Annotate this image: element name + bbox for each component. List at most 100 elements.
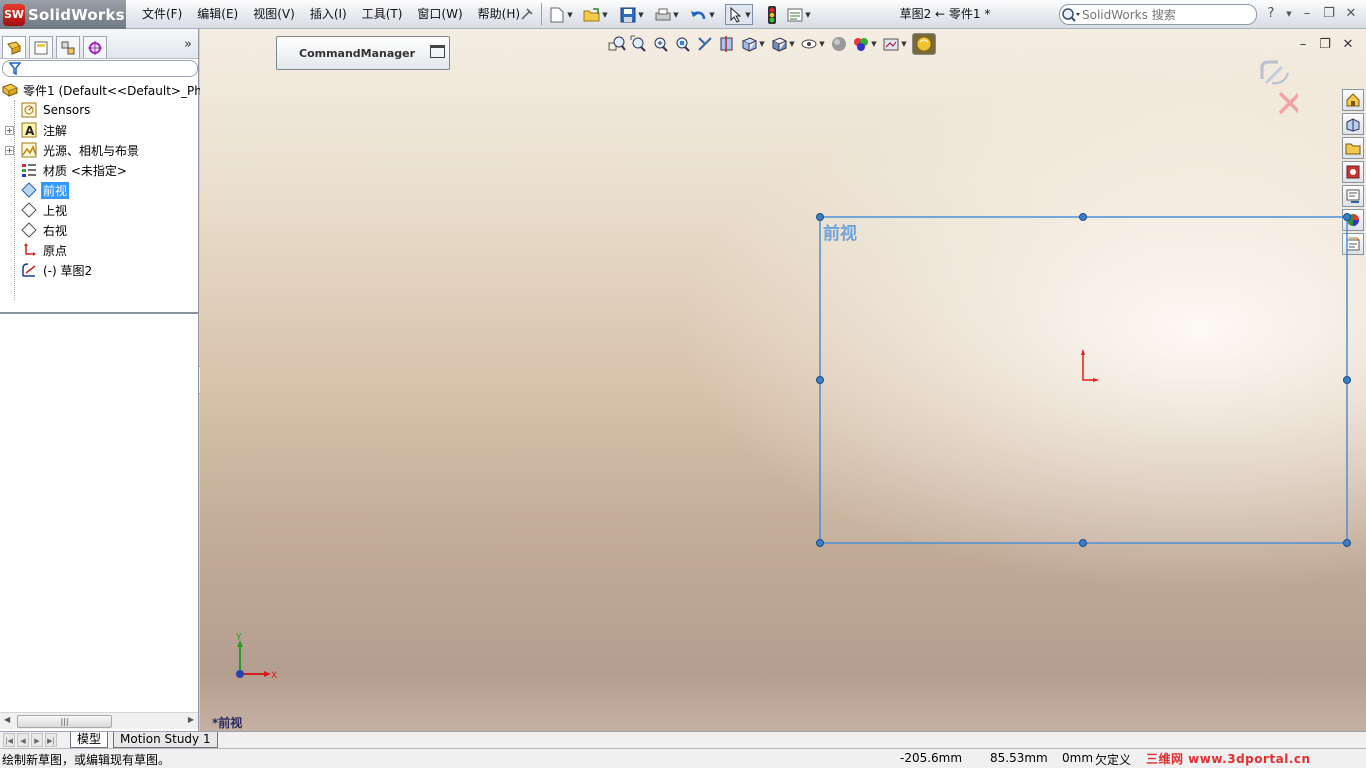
solidworks-logo[interactable]: SW SolidWorks [0,0,126,29]
tree-node-front-plane[interactable]: 前视 [0,180,198,200]
app-minimize-icon[interactable]: – [1298,4,1316,24]
options-button[interactable]: ▼ [786,4,812,25]
tab-featuremanager[interactable] [2,36,26,58]
plane-handle[interactable] [1343,213,1351,221]
chevron-down-icon[interactable]: ▼ [758,40,766,48]
realview-button[interactable] [912,33,936,55]
doc-close-icon[interactable]: ✕ [1339,37,1357,52]
menu-edit[interactable]: 编辑(E) [191,0,244,29]
edit-appearance-button[interactable] [830,33,848,55]
menu-insert[interactable]: 插入(I) [304,0,353,29]
solidworks-search[interactable] [1059,4,1257,25]
menu-window[interactable]: 窗口(W) [411,0,468,29]
open-button[interactable]: ▼ [583,4,609,25]
cancel-sketch-icon[interactable] [1278,91,1298,115]
tab-propertymanager[interactable] [29,36,53,58]
zoom-to-area-button[interactable] [630,33,648,55]
tab-dimxpert[interactable] [83,36,107,58]
menu-view[interactable]: 视图(V) [247,0,301,29]
undo-button[interactable]: ▼ [690,4,716,25]
task-pane-home[interactable] [1342,89,1364,111]
task-pane-custom-properties[interactable] [1342,233,1364,255]
previous-view-button[interactable] [696,33,714,55]
expand-plus-icon[interactable]: + [5,146,14,155]
help-button[interactable]: ? [1262,4,1280,24]
chevron-down-icon[interactable]: ▼ [818,40,826,48]
expand-plus-icon[interactable]: + [5,126,14,135]
exit-sketch-icon[interactable] [1260,60,1289,85]
help-dropdown-icon[interactable]: ▼ [1280,4,1298,24]
tree-horizontal-scrollbar[interactable]: ◀ ||| ▶ [0,712,198,729]
pin-icon[interactable] [520,7,534,21]
view-settings-button[interactable]: ▼ [882,33,908,55]
tab-motion-study[interactable]: Motion Study 1 [113,732,218,748]
chevron-down-icon[interactable]: ▼ [804,11,812,19]
search-input[interactable] [1082,7,1242,22]
chevron-down-icon[interactable]: ▼ [788,40,796,48]
display-style-button[interactable]: ▼ [770,33,796,55]
window-icon[interactable] [430,45,445,58]
task-pane-search[interactable] [1342,161,1364,183]
tree-node-annotations[interactable]: + A 注解 [0,120,198,140]
hide-show-items-button[interactable]: ▼ [800,33,826,55]
apply-scene-button[interactable]: ▼ [852,33,878,55]
tree-node-part[interactable]: 零件1 (Default<<Default>_Pho [0,80,209,100]
menu-tools[interactable]: 工具(T) [356,0,409,29]
scroll-left-icon[interactable]: ◀ [4,715,10,724]
task-pane-view-palette[interactable] [1342,185,1364,207]
first-tab-icon[interactable]: |◀ [3,733,15,747]
chevron-down-icon[interactable]: ▼ [637,11,645,19]
chevron-down-icon[interactable]: ▼ [672,11,680,19]
task-pane-resources[interactable] [1342,113,1364,135]
doc-minimize-icon[interactable]: – [1294,37,1312,52]
tree-node-material[interactable]: 材质 <未指定> [0,160,198,180]
app-restore-icon[interactable]: ❐ [1320,4,1338,24]
new-button[interactable]: ▼ [548,4,574,25]
tab-model[interactable]: 模型 [70,732,109,748]
chevron-down-icon[interactable]: ▼ [744,11,752,19]
chevron-down-icon[interactable]: ▼ [566,11,574,19]
view-orientation-button[interactable]: ▼ [740,33,766,55]
chevron-down-icon[interactable]: ▼ [900,40,908,48]
tree-node-sensors[interactable]: Sensors [0,100,198,120]
tree-node-right-plane[interactable]: 右视 [0,220,198,240]
next-tab-icon[interactable]: ▶ [31,733,43,747]
menu-file[interactable]: 文件(F) [136,0,188,29]
more-tabs-chevron-icon[interactable]: » [184,37,192,52]
save-button[interactable]: ▼ [619,4,645,25]
tree-node-top-plane[interactable]: 上视 [0,200,198,220]
commandmanager-toolbar[interactable]: CommandManager [276,36,450,70]
last-tab-icon[interactable]: ▶| [45,733,57,747]
task-pane-file-explorer[interactable] [1342,137,1364,159]
menu-help[interactable]: 帮助(H) [472,0,526,29]
plane-handle[interactable] [816,539,824,547]
plane-handle[interactable] [816,376,824,384]
search-icon[interactable] [1060,5,1082,24]
rebuild-button[interactable] [763,4,781,25]
chevron-down-icon[interactable]: ▼ [708,11,716,19]
tree-node-origin[interactable]: 原点 [0,240,198,260]
select-button[interactable]: ▼ [725,4,753,25]
tree-node-sketch2[interactable]: (-) 草图2 [0,260,198,280]
plane-handle[interactable] [1079,213,1087,221]
tab-configurationmanager[interactable] [56,36,80,58]
chevron-down-icon[interactable]: ▼ [601,11,609,19]
doc-restore-icon[interactable]: ❐ [1316,37,1334,52]
prev-tab-icon[interactable]: ◀ [17,733,29,747]
scroll-right-icon[interactable]: ▶ [188,715,194,724]
feature-filter-field[interactable] [2,60,198,77]
plane-handle[interactable] [1343,376,1351,384]
zoom-in-out-button[interactable] [652,33,670,55]
plane-handle[interactable] [1343,539,1351,547]
rollback-bar[interactable] [0,312,198,314]
zoom-to-selection-button[interactable] [674,33,692,55]
app-close-icon[interactable]: ✕ [1342,4,1360,24]
chevron-down-icon[interactable]: ▼ [870,40,878,48]
zoom-to-fit-button[interactable] [608,33,626,55]
plane-handle[interactable] [1079,539,1087,547]
graphics-area[interactable]: CommandManager ▼ ▼ ▼ ▼ ▼ – ❐ ✕ 前视 Y X *前… [200,29,1366,731]
tree-node-lights-cameras[interactable]: + 光源、相机与布景 [0,140,198,160]
print-button[interactable]: ▼ [654,4,680,25]
section-view-button[interactable] [718,33,736,55]
scroll-thumb[interactable]: ||| [17,715,112,728]
